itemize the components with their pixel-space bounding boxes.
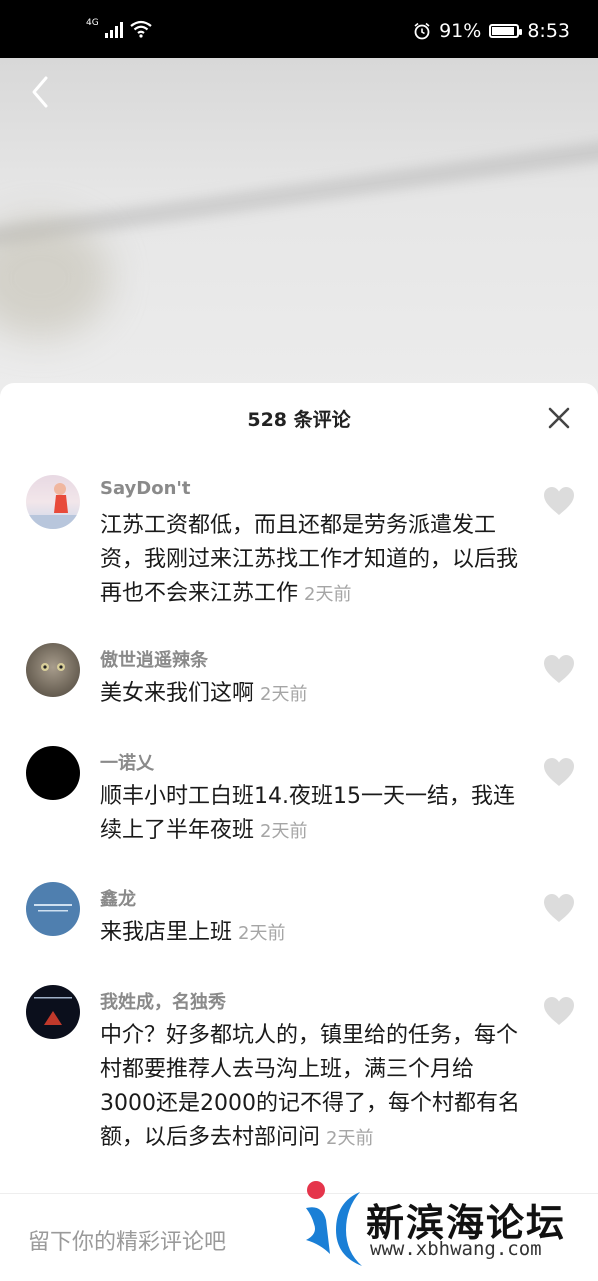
clock: 8:53: [527, 20, 570, 42]
heart-icon[interactable]: [542, 485, 576, 517]
username[interactable]: 我姓成，名独秀: [100, 988, 226, 1014]
username[interactable]: 鑫龙: [100, 885, 136, 911]
status-right: 91% 8:53: [413, 20, 570, 42]
avatar[interactable]: [26, 882, 80, 936]
comment-time: 2天前: [238, 923, 286, 944]
site-watermark: 新滨海论坛 www.xbhwang.com: [300, 1178, 592, 1274]
comment-text: 美女来我们这啊 2天前: [100, 681, 308, 706]
heart-icon[interactable]: [542, 892, 576, 924]
back-button[interactable]: [20, 72, 60, 112]
comment-text: 来我店里上班 2天前: [100, 920, 286, 945]
heart-icon[interactable]: [542, 653, 576, 685]
chevron-left-icon: [32, 76, 48, 108]
avatar[interactable]: [26, 475, 80, 529]
video-background: [0, 58, 598, 398]
battery-fill: [492, 27, 515, 35]
comment-input-placeholder[interactable]: 留下你的精彩评论吧: [28, 1224, 226, 1256]
comment-time: 2天前: [260, 821, 308, 842]
battery-percent: 91%: [439, 20, 482, 42]
avatar[interactable]: [26, 746, 80, 800]
comment-time: 2天前: [304, 584, 352, 605]
heart-icon[interactable]: [542, 995, 576, 1027]
battery-icon: [489, 24, 523, 38]
close-button[interactable]: [542, 401, 576, 435]
comment-text: 顺丰小时工白班14.夜班15一天一结，我连续上了半年夜班 2天前: [100, 784, 515, 843]
username[interactable]: SayDon't: [100, 478, 191, 499]
signal-icon: [104, 20, 123, 38]
status-left: 4G: [86, 18, 153, 38]
avatar[interactable]: [26, 643, 80, 697]
close-icon: [548, 407, 570, 429]
comment-count-title: 528 条评论: [247, 409, 351, 431]
comment-time: 2天前: [326, 1128, 374, 1149]
heart-icon[interactable]: [542, 756, 576, 788]
watermark-logo-icon: [306, 1181, 362, 1266]
alarm-icon: [414, 22, 430, 40]
comment-text: 中介？好多都坑人的，镇里给的任务，每个村都要推荐人去马沟上班，满三个月给3000…: [100, 1023, 520, 1150]
username[interactable]: 傲世逍遥辣条: [100, 646, 208, 672]
comment-text: 江苏工资都低，而且还都是劳务派遣发工资，我刚过来江苏找工作才知道的，以后我再也不…: [100, 513, 519, 606]
network-label: 4G: [86, 18, 99, 28]
status-bar: 4G 91% 8:53: [0, 0, 598, 58]
comment-time: 2天前: [260, 684, 308, 705]
wifi-icon: [130, 20, 152, 38]
avatar[interactable]: [26, 985, 80, 1039]
username[interactable]: 一诺乂: [100, 749, 154, 775]
watermark-url: www.xbhwang.com: [370, 1238, 542, 1260]
